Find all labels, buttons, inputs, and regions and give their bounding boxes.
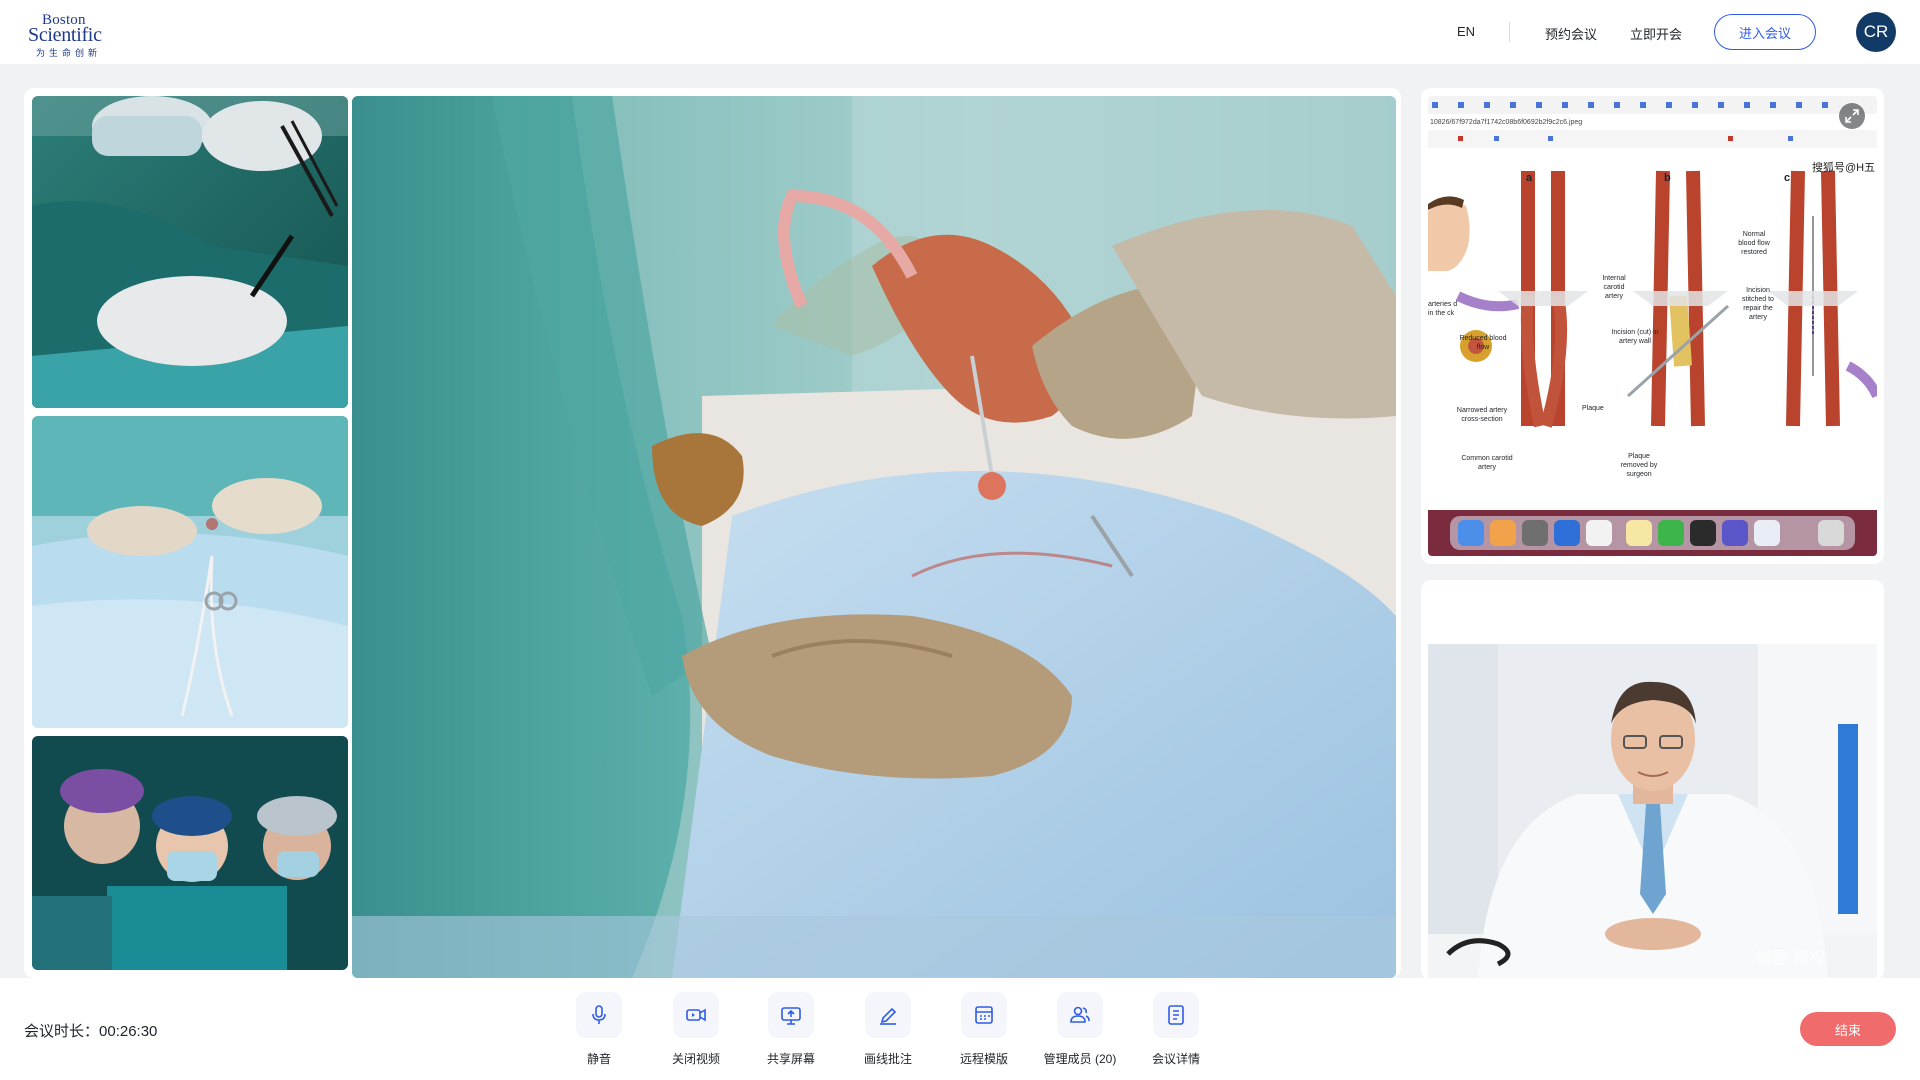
speaker-video[interactable]: 摄图·新视 xyxy=(1428,644,1877,980)
meeting-duration: 会议时长：00:26:30 xyxy=(24,1020,157,1041)
label-reduced-flow: Reduced blood flow xyxy=(1459,335,1507,351)
members-icon xyxy=(1057,992,1103,1038)
remote-template-icon xyxy=(961,992,1007,1038)
duration-value: 00:26:30 xyxy=(99,1023,158,1040)
participant-video-3[interactable] xyxy=(32,736,348,970)
join-meeting-button[interactable]: 进入会议 xyxy=(1714,14,1816,50)
toggle-video-button[interactable]: 关闭视频 xyxy=(651,992,741,1072)
label-common-carotid: Common carotid artery xyxy=(1461,455,1513,471)
toggle-video-label: 关闭视频 xyxy=(671,1052,720,1066)
image-watermark: 搜狐号@H五 xyxy=(1812,162,1876,174)
speaker-watermark: 摄图·新视 xyxy=(1756,950,1826,967)
participant-video-1[interactable] xyxy=(32,96,348,408)
logo-text-line2: Scientific xyxy=(28,24,102,46)
label-internal-carotid: Internal carotid artery xyxy=(1602,275,1626,300)
label-arteries-neck: arteries d in the ck xyxy=(1428,301,1458,317)
screen-share-panel: 10826/67f972da7f1742c08b6f0692b2f9c2c6.j… xyxy=(1421,88,1884,564)
annotate-button[interactable]: 画线批注 xyxy=(843,992,933,1072)
participant-video-2[interactable] xyxy=(32,416,348,728)
schedule-meeting-link[interactable]: 预约会议 xyxy=(1545,24,1597,43)
shared-screen-content[interactable]: 10826/67f972da7f1742c08b6f0692b2f9c2c6.j… xyxy=(1428,96,1877,556)
mute-button[interactable]: 静音 xyxy=(554,992,644,1072)
boston-scientific-logo[interactable]: Boston Scientific 为生命创新 xyxy=(28,12,148,58)
label-narrowed-cross-section: Narrowed artery cross-section xyxy=(1456,407,1508,423)
start-meeting-link[interactable]: 立即开会 xyxy=(1630,24,1682,43)
expand-icon[interactable] xyxy=(1839,103,1865,129)
meeting-control-bar: 会议时长：00:26:30 静音 关闭视频 共享屏幕 画线批注 远程模版 管理成… xyxy=(0,978,1920,1080)
logo-tagline: 为生命创新 xyxy=(36,48,102,58)
pen-annotate-icon xyxy=(865,992,911,1038)
remote-template-label: 远程模版 xyxy=(959,1052,1008,1066)
video-grid-panel xyxy=(24,88,1401,978)
annotate-label: 画线批注 xyxy=(863,1052,912,1066)
nav-divider xyxy=(1509,22,1510,42)
manage-members-label: 管理成员 (20) xyxy=(1043,1052,1117,1066)
main-speaker-video[interactable] xyxy=(352,96,1396,978)
speaker-video-panel: 摄图·新视 xyxy=(1421,580,1884,980)
language-switch[interactable]: EN xyxy=(1457,24,1475,39)
top-header: Boston Scientific 为生命创新 EN 预约会议 立即开会 进入会… xyxy=(0,0,1920,64)
label-plaque: Plaque xyxy=(1582,405,1604,412)
meeting-details-button[interactable]: 会议详情 xyxy=(1131,992,1221,1072)
label-incision-stitched: Incision stitched to repair the artery xyxy=(1742,287,1774,321)
browser-url: 10826/67f972da7f1742c08b6f0692b2f9c2c6.j… xyxy=(1430,119,1583,126)
mute-label: 静音 xyxy=(586,1052,611,1066)
share-screen-label: 共享屏幕 xyxy=(766,1052,815,1066)
label-normal-flow: Normal blood flow restored xyxy=(1738,231,1770,256)
remote-template-button[interactable]: 远程模版 xyxy=(939,992,1029,1072)
microphone-icon xyxy=(576,992,622,1038)
share-screen-icon xyxy=(768,992,814,1038)
user-avatar[interactable]: CR xyxy=(1856,12,1896,52)
meeting-details-label: 会议详情 xyxy=(1151,1052,1200,1066)
duration-label: 会议时长： xyxy=(24,1023,100,1040)
figure-label-a: a xyxy=(1526,172,1533,184)
share-screen-button[interactable]: 共享屏幕 xyxy=(746,992,836,1072)
manage-members-button[interactable]: 管理成员 (20) xyxy=(1035,992,1125,1072)
end-meeting-button[interactable]: 结束 xyxy=(1800,1012,1896,1046)
figure-label-c: c xyxy=(1784,172,1791,184)
figure-label-b: b xyxy=(1664,172,1671,184)
label-plaque-removed: Plaque removed by surgeon xyxy=(1620,453,1658,478)
meeting-details-icon xyxy=(1153,992,1199,1038)
label-incision-wall: Incision (cut) in artery wall xyxy=(1611,329,1659,345)
video-camera-icon xyxy=(673,992,719,1038)
